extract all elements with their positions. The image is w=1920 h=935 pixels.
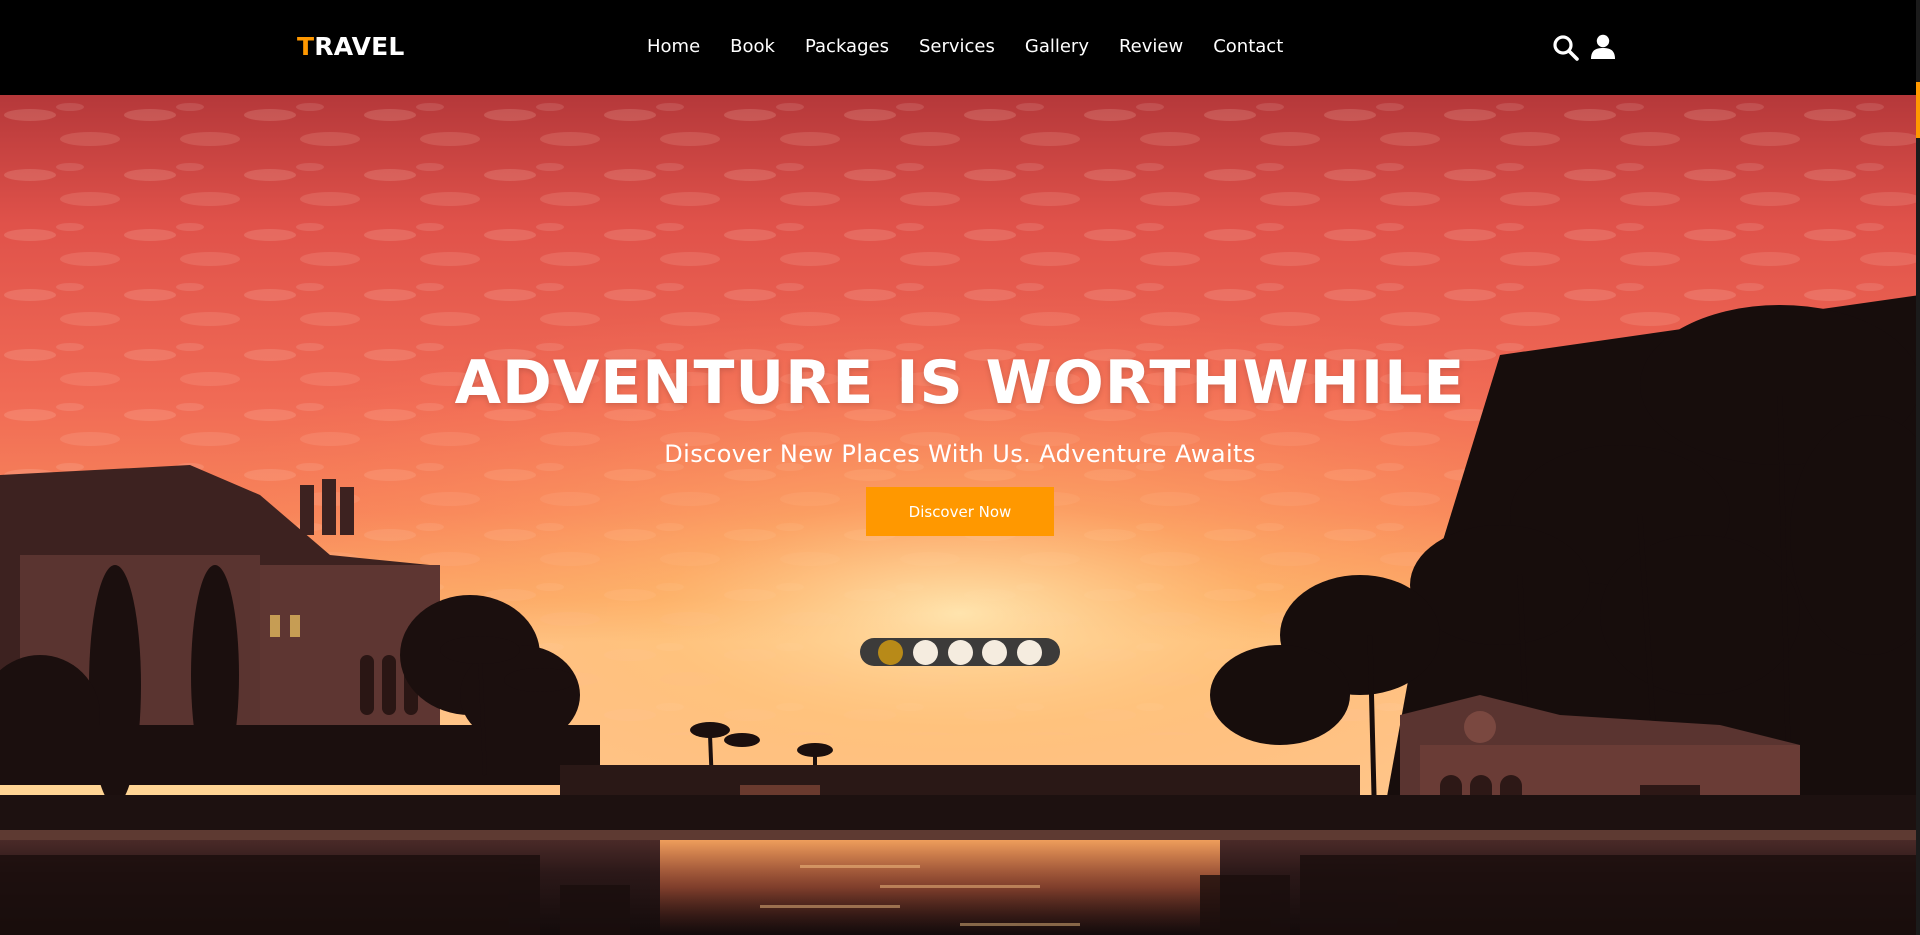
slider-pagination: [860, 638, 1060, 666]
nav-home[interactable]: Home: [647, 36, 700, 58]
brand-name: RAVEL: [314, 32, 405, 61]
slider-dot-4[interactable]: [982, 639, 1008, 665]
slider-dot-1[interactable]: [878, 639, 903, 665]
main-nav: Home Book Packages Services Gallery Revi…: [647, 36, 1283, 58]
header-actions: [1552, 32, 1616, 62]
site-header: TRAVEL Home Book Packages Services Galle…: [0, 0, 1920, 95]
hero-subtitle: Discover New Places With Us. Adventure A…: [664, 440, 1256, 468]
nav-gallery[interactable]: Gallery: [1025, 36, 1089, 58]
hero-title: ADVENTURE IS WORTHWHILE: [454, 348, 1466, 418]
discover-now-button[interactable]: Discover Now: [866, 487, 1054, 536]
nav-review[interactable]: Review: [1119, 36, 1183, 58]
nav-services[interactable]: Services: [919, 36, 995, 58]
nav-packages[interactable]: Packages: [805, 36, 889, 58]
brand-initial: T: [297, 32, 315, 61]
page-scrollbar-thumb[interactable]: [1916, 82, 1920, 138]
nav-contact[interactable]: Contact: [1213, 36, 1283, 58]
slider-dot-2[interactable]: [912, 639, 938, 665]
brand-logo[interactable]: TRAVEL: [297, 32, 405, 61]
page-scrollbar-track[interactable]: [1916, 0, 1920, 935]
hero-section: ADVENTURE IS WORTHWHILE Discover New Pla…: [0, 95, 1920, 935]
nav-book[interactable]: Book: [730, 36, 775, 58]
slider-dot-5[interactable]: [1017, 639, 1042, 665]
search-icon[interactable]: [1552, 32, 1579, 62]
slider-dot-3[interactable]: [947, 639, 973, 665]
user-icon[interactable]: [1589, 32, 1616, 62]
